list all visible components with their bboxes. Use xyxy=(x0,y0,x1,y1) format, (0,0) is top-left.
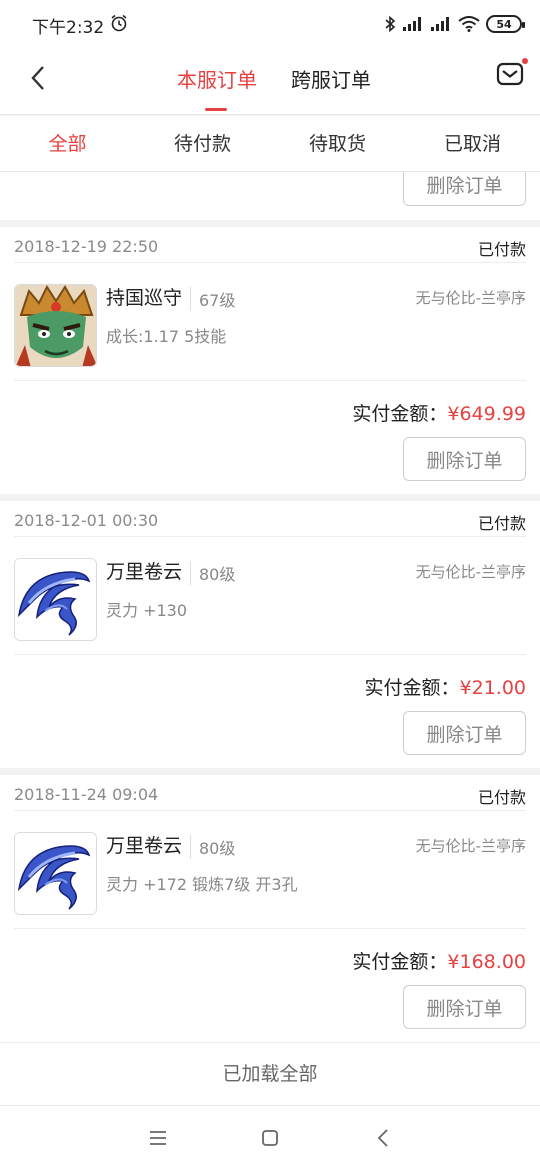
home-icon[interactable] xyxy=(258,1126,282,1150)
delete-order-button[interactable]: 删除订单 xyxy=(403,437,526,481)
divider xyxy=(14,380,526,381)
divider xyxy=(14,654,526,655)
signal-icon-2 xyxy=(431,17,449,31)
order-card[interactable]: 2018-11-24 09:04 已付款 万里卷云 80级 无与伦比-兰亭序 灵… xyxy=(0,775,540,1042)
item-description: 灵力 +130 xyxy=(106,601,188,620)
item-level: 67级 xyxy=(190,287,235,311)
filter-pending-payment[interactable]: 待付款 xyxy=(135,116,270,171)
wifi-icon xyxy=(458,16,480,32)
item-server: 无与伦比-兰亭序 xyxy=(415,837,526,855)
order-list[interactable]: 删除订单 2018-12-19 22:50 已付款 持国巡守 67级 无与伦比-… xyxy=(0,172,540,1105)
paid-amount-row: 实付金额：¥649.99 xyxy=(352,399,526,426)
back-button[interactable] xyxy=(22,62,54,94)
item-name: 万里卷云 xyxy=(106,835,183,857)
blue-ribbon-item-icon xyxy=(14,558,97,641)
paid-label: 实付金额： xyxy=(352,403,448,425)
mail-icon xyxy=(496,62,524,86)
active-tab-indicator xyxy=(205,108,227,111)
filter-tabs: 全部 待付款 待取货 已取消 xyxy=(0,116,540,172)
loaded-all-text: 已加载全部 xyxy=(0,1042,540,1105)
item-description: 灵力 +172 锻炼7级 开3孔 xyxy=(106,875,298,894)
system-nav-bar xyxy=(0,1105,540,1170)
status-time: 下午2:32 xyxy=(32,18,105,38)
item-level: 80级 xyxy=(190,561,235,585)
item-name: 持国巡守 xyxy=(106,287,183,309)
order-time: 2018-11-24 09:04 xyxy=(14,785,159,804)
battery-level: 54 xyxy=(496,17,512,31)
order-card-header: 2018-12-19 22:50 已付款 xyxy=(14,227,526,263)
paid-amount: ¥649.99 xyxy=(447,403,526,425)
item-name: 万里卷云 xyxy=(106,561,183,583)
delete-order-button[interactable]: 删除订单 xyxy=(403,985,526,1029)
delete-order-button[interactable]: 删除订单 xyxy=(403,711,526,755)
paid-amount: ¥168.00 xyxy=(447,951,526,973)
order-time: 2018-12-19 22:50 xyxy=(14,237,159,256)
back-nav-icon[interactable] xyxy=(372,1126,396,1150)
chevron-left-icon xyxy=(31,66,44,90)
bluetooth-icon xyxy=(385,15,396,33)
blue-ribbon-item-icon xyxy=(14,832,97,915)
paid-amount-row: 实付金额：¥168.00 xyxy=(352,947,526,974)
order-time: 2018-12-01 00:30 xyxy=(14,511,159,530)
delete-order-button[interactable]: 删除订单 xyxy=(403,172,526,206)
status-bar: 下午2:32 54 xyxy=(0,0,540,48)
filter-cancelled[interactable]: 已取消 xyxy=(405,116,540,171)
item-description: 成长:1.17 5技能 xyxy=(106,327,227,346)
item-level: 80级 xyxy=(190,835,235,859)
tab-local-orders[interactable]: 本服订单 xyxy=(177,64,257,93)
order-card[interactable]: 2018-12-19 22:50 已付款 持国巡守 67级 无与伦比-兰亭序 成… xyxy=(0,227,540,494)
item-server: 无与伦比-兰亭序 xyxy=(415,289,526,307)
order-status: 已付款 xyxy=(477,514,526,533)
paid-label: 实付金额： xyxy=(352,951,448,973)
order-card-header: 2018-12-01 00:30 已付款 xyxy=(14,501,526,537)
status-icons: 54 xyxy=(384,13,525,35)
alarm-icon xyxy=(111,14,127,32)
order-card-header: 2018-11-24 09:04 已付款 xyxy=(14,775,526,811)
menu-icon[interactable] xyxy=(146,1126,170,1150)
message-button[interactable] xyxy=(496,58,528,90)
paid-amount-row: 实付金额：¥21.00 xyxy=(365,673,527,700)
unread-dot xyxy=(522,58,528,64)
divider xyxy=(14,928,526,929)
battery-icon: 54 xyxy=(486,15,525,33)
filter-pending-pickup[interactable]: 待取货 xyxy=(270,116,405,171)
signal-icon xyxy=(403,17,421,31)
order-card-partial: 删除订单 xyxy=(0,172,540,220)
order-status: 已付款 xyxy=(477,240,526,259)
order-status: 已付款 xyxy=(477,788,526,807)
paid-label: 实付金额： xyxy=(364,677,460,699)
filter-all[interactable]: 全部 xyxy=(0,116,135,171)
header: 本服订单 跨服订单 xyxy=(0,48,540,115)
tab-cross-server-orders[interactable]: 跨服订单 xyxy=(291,64,371,93)
item-server: 无与伦比-兰亭序 xyxy=(415,563,526,581)
paid-amount: ¥21.00 xyxy=(459,677,526,699)
order-card[interactable]: 2018-12-01 00:30 已付款 万里卷云 80级 无与伦比-兰亭序 灵… xyxy=(0,501,540,768)
guardian-character-icon xyxy=(14,284,97,367)
